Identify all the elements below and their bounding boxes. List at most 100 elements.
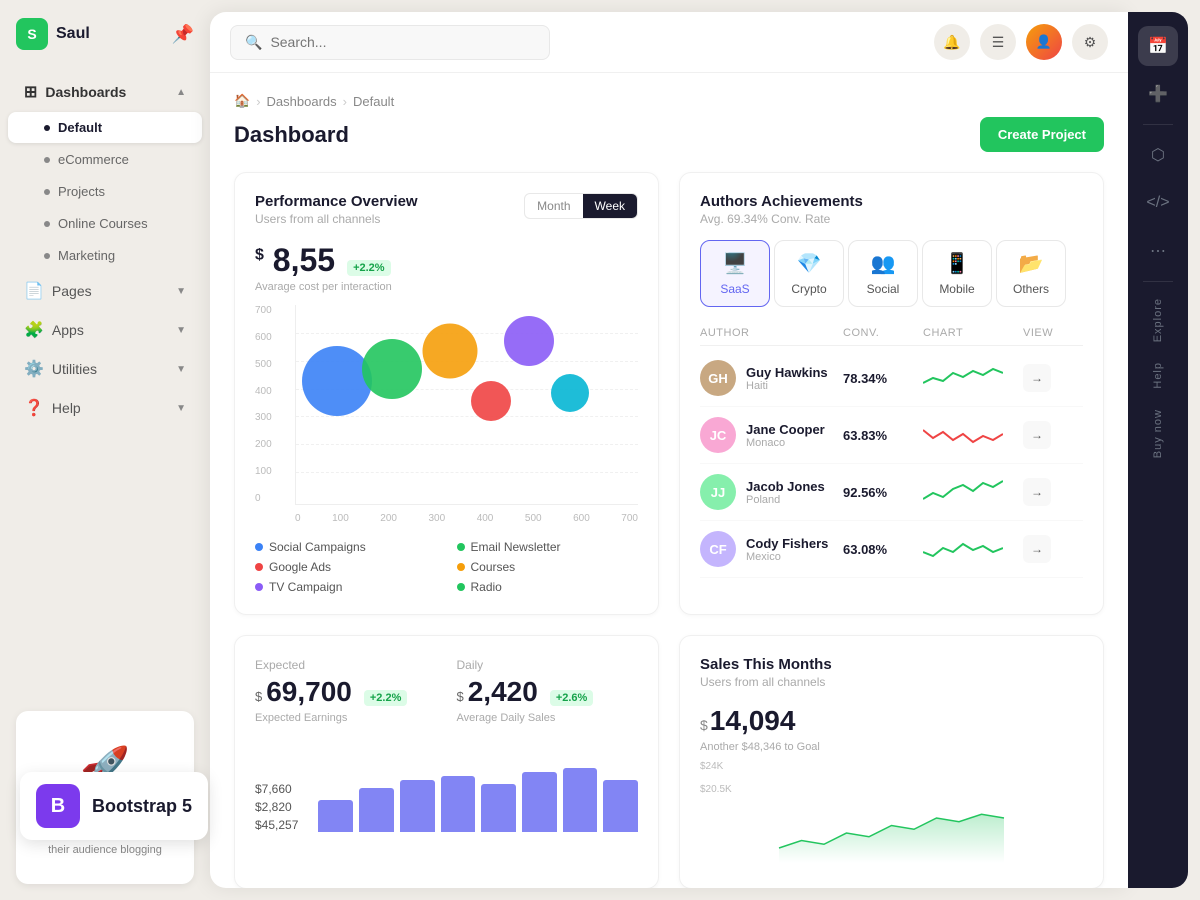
chevron-down-icon: ▼ (176, 325, 186, 336)
topbar-settings-btn[interactable]: ⚙ (1072, 24, 1108, 60)
bubble-chart-wrapper: 7006005004003002001000 (255, 305, 638, 524)
sidebar-item-default[interactable]: Default (8, 112, 202, 143)
utilities-label: Utilities (52, 361, 97, 377)
rp-help-label[interactable]: Help (1152, 354, 1164, 397)
avg-text: Avarage cost per interaction (255, 281, 638, 293)
table-row: CF Cody Fishers Mexico 63.08% (700, 521, 1083, 578)
sidebar-item-dashboards[interactable]: ⊞ Dashboards ▲ (8, 73, 202, 111)
legend-courses: Courses (457, 560, 639, 574)
content-area: 🏠 › Dashboards › Default Dashboard Creat… (210, 73, 1128, 888)
tab-social[interactable]: 👥 Social (848, 240, 918, 307)
tab-others[interactable]: 📂 Others (996, 240, 1066, 307)
search-input[interactable] (270, 34, 535, 50)
help-label: Help (52, 400, 81, 416)
mobile-tab-icon: 📱 (945, 251, 970, 276)
sidebar-item-utilities[interactable]: ⚙️ Utilities ▼ (8, 350, 202, 388)
sales-y-axis: $24K $20.5K (700, 761, 1083, 795)
chevron-down-icon: ▼ (176, 403, 186, 414)
author-avatar-0: GH (700, 360, 736, 396)
rp-add-btn[interactable]: ➕ (1138, 74, 1178, 114)
legend-social: Social Campaigns (255, 540, 437, 554)
mobile-tab-label: Mobile (939, 282, 974, 296)
sidebar-item-marketing[interactable]: Marketing (8, 240, 202, 271)
sidebar-item-projects[interactable]: Projects (8, 176, 202, 207)
bootstrap-label: Bootstrap 5 (92, 796, 192, 817)
logo-icon: S (16, 18, 48, 50)
period-toggle: Month Week (524, 193, 638, 219)
sidebar-footer: 🚀 Welcome to Saul Anyone can connect wit… (0, 695, 210, 900)
conv-rate-1: 63.83% (843, 428, 923, 443)
authors-title: Authors Achievements (700, 193, 1083, 210)
create-project-button[interactable]: Create Project (980, 117, 1104, 152)
rp-more-btn[interactable]: ⋯ (1138, 231, 1178, 271)
topbar: 🔍 🔔 ☰ 👤 ⚙ (210, 12, 1128, 73)
view-btn-2[interactable]: → (1023, 478, 1051, 506)
topbar-right: 🔔 ☰ 👤 ⚙ (934, 24, 1108, 60)
rp-calendar-btn[interactable]: 📅 (1138, 26, 1178, 66)
bar-4 (441, 776, 476, 832)
view-btn-1[interactable]: → (1023, 421, 1051, 449)
bubble-email (362, 339, 422, 399)
performance-card: Performance Overview Users from all chan… (234, 172, 659, 615)
rp-explore-label[interactable]: Explore (1152, 290, 1164, 350)
legend-dot-ads (255, 563, 263, 571)
earnings-card: Expected $ 69,700 +2.2% Expected Earning… (234, 635, 659, 888)
sidebar-item-ecommerce[interactable]: eCommerce (8, 144, 202, 175)
author-info-3: CF Cody Fishers Mexico (700, 531, 843, 567)
saas-tab-label: SaaS (720, 282, 749, 296)
week-toggle-btn[interactable]: Week (583, 194, 637, 218)
page-header: Dashboard Create Project (234, 117, 1104, 152)
user-avatar[interactable]: 👤 (1026, 24, 1062, 60)
pin-icon[interactable]: 📌 (172, 24, 194, 45)
saas-tab-icon: 🖥️ (723, 251, 748, 276)
sidebar-nav: ⊞ Dashboards ▲ Default eCommerce Project… (0, 68, 210, 432)
view-btn-3[interactable]: → (1023, 535, 1051, 563)
tab-saas[interactable]: 🖥️ SaaS (700, 240, 770, 307)
view-btn-0[interactable]: → (1023, 364, 1051, 392)
dashboards-label: Dashboards (45, 84, 126, 100)
dashboard-grid: Performance Overview Users from all chan… (234, 172, 1104, 888)
help-icon: ❓ (24, 398, 44, 418)
rp-hex-btn[interactable]: ⬡ (1138, 135, 1178, 175)
legend-dot-courses (457, 563, 465, 571)
social-tab-label: Social (867, 282, 900, 296)
breadcrumb-home[interactable]: 🏠 (234, 93, 250, 109)
author-info-0: GH Guy Hawkins Haiti (700, 360, 843, 396)
dot-icon (44, 189, 50, 195)
sidebar-item-help[interactable]: ❓ Help ▼ (8, 389, 202, 427)
rp-code-btn[interactable]: </> (1138, 183, 1178, 223)
x-axis: 0100200300400500600700 (295, 509, 638, 524)
legend-email: Email Newsletter (457, 540, 639, 554)
rp-buynow-label[interactable]: Buy now (1152, 401, 1164, 466)
bar-5 (481, 784, 516, 832)
authors-subtitle: Avg. 69.34% Conv. Rate (700, 212, 1083, 226)
conv-rate-2: 92.56% (843, 485, 923, 500)
legend-google-ads: Google Ads (255, 560, 437, 574)
bar-2 (359, 788, 394, 832)
chevron-down-icon: ▼ (176, 364, 186, 375)
month-toggle-btn[interactable]: Month (525, 194, 582, 218)
apps-label: Apps (52, 322, 84, 338)
earnings-badge: +2.2% (364, 690, 408, 706)
legend-dot-email (457, 543, 465, 551)
dot-icon (44, 221, 50, 227)
topbar-menu-btn[interactable]: ☰ (980, 24, 1016, 60)
rp-divider-2 (1143, 281, 1173, 282)
author-info-1: JC Jane Cooper Monaco (700, 417, 843, 453)
bar-3 (400, 780, 435, 832)
table-row: JC Jane Cooper Monaco 63.83% (700, 407, 1083, 464)
search-box[interactable]: 🔍 (230, 25, 550, 60)
expected-earnings: Expected $ 69,700 +2.2% Expected Earning… (255, 656, 437, 724)
sidebar-item-pages[interactable]: 📄 Pages ▼ (8, 272, 202, 310)
tab-mobile[interactable]: 📱 Mobile (922, 240, 992, 307)
breadcrumb-dashboards[interactable]: Dashboards (267, 94, 337, 109)
tab-crypto[interactable]: 💎 Crypto (774, 240, 844, 307)
sidebar-item-online-courses[interactable]: Online Courses (8, 208, 202, 239)
topbar-notifications-btn[interactable]: 🔔 (934, 24, 970, 60)
table-row: JJ Jacob Jones Poland 92.56% (700, 464, 1083, 521)
bubble-radio (551, 374, 589, 412)
sidebar-item-apps[interactable]: 🧩 Apps ▼ (8, 311, 202, 349)
mini-chart-3 (923, 534, 1023, 564)
ecommerce-label: eCommerce (58, 152, 129, 167)
author-name-3: Cody Fishers (746, 536, 828, 551)
